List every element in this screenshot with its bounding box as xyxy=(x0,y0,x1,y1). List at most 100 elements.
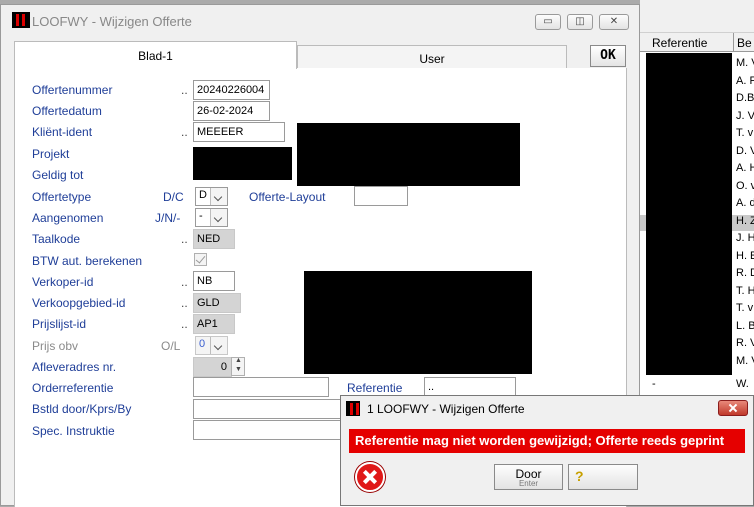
spec-instruktie-label: Spec. Instruktie xyxy=(32,424,115,438)
minimize-button[interactable]: ▭ xyxy=(535,14,561,30)
list-item[interactable]: O. v xyxy=(736,178,754,194)
verkoper-label: Verkoper-id xyxy=(32,275,94,289)
tab-user[interactable]: User xyxy=(297,45,567,69)
list-item[interactable]: H. E xyxy=(736,248,754,264)
column-header-be[interactable]: Be xyxy=(737,35,752,51)
list-item[interactable]: H. Z xyxy=(736,213,754,229)
door-button[interactable]: Door Enter xyxy=(494,464,563,490)
list-row-bottom-ref[interactable]: - xyxy=(652,378,656,390)
restore-button[interactable]: ◫ xyxy=(567,14,593,30)
aangenomen-codes: J/N/- xyxy=(155,211,181,225)
afleveradres-field[interactable]: 0 xyxy=(193,357,232,377)
klient-ident-label: Kliënt-ident xyxy=(32,125,93,139)
list-item[interactable]: J. V xyxy=(736,108,754,124)
list-item[interactable]: D.B xyxy=(736,90,754,106)
orderreferentie-label: Orderreferentie xyxy=(32,381,114,395)
offertedatum-label: Offertedatum xyxy=(32,104,102,118)
offertenummer-lookup-dots[interactable]: .. xyxy=(181,83,188,97)
list-item[interactable]: D. V xyxy=(736,143,754,159)
prijslijst-lookup-dots[interactable]: .. xyxy=(181,317,188,331)
prijslijst-field[interactable]: AP1 xyxy=(193,314,235,334)
window-title: LOOFWY - Wijzigen Offerte xyxy=(32,14,192,29)
redacted-verkoper-info xyxy=(304,271,532,374)
prijs-obv-select[interactable]: 0 xyxy=(195,336,228,355)
list-item[interactable]: A. d xyxy=(736,195,754,211)
bstld-label: Bstld door/Kprs/By xyxy=(32,402,132,416)
offerte-layout-field[interactable] xyxy=(354,186,408,206)
dialog-app-icon xyxy=(346,401,360,416)
list-item[interactable]: J. H xyxy=(736,230,754,246)
offertenummer-field[interactable]: 20240226004 xyxy=(193,80,270,100)
error-message: Referentie mag niet worden gewijzigd; Of… xyxy=(349,429,745,453)
restore-icon: ◫ xyxy=(575,16,585,27)
title-bar: LOOFWY - Wijzigen Offerte ▭ ◫ ✕ xyxy=(2,6,638,36)
btw-label: BTW aut. berekenen xyxy=(32,254,143,268)
list-item[interactable]: M. V xyxy=(736,55,754,71)
offertetype-label: Offertetype xyxy=(32,190,92,204)
column-header-referentie[interactable]: Referentie xyxy=(652,35,707,51)
offertenummer-label: Offertenummer xyxy=(32,83,113,97)
list-item[interactable]: A. H xyxy=(736,160,754,176)
list-item[interactable]: R. D xyxy=(736,265,754,281)
prijs-obv-label: Prijs obv xyxy=(32,339,79,353)
chevron-down-icon xyxy=(210,209,227,226)
column-separator xyxy=(733,33,734,51)
list-item[interactable]: M. V xyxy=(736,353,754,369)
afleveradres-spinner[interactable]: ▲ ▼ xyxy=(231,357,245,376)
list-item[interactable]: T. v xyxy=(736,125,754,141)
error-dialog: 1 LOOFWY - Wijzigen Offerte Referentie m… xyxy=(340,395,754,506)
offertetype-select[interactable]: D xyxy=(195,187,228,206)
referentie-field[interactable]: .. xyxy=(424,377,516,397)
verkoopgebied-lookup-dots[interactable]: .. xyxy=(181,296,188,310)
list-item[interactable]: A. F xyxy=(736,73,754,89)
error-icon xyxy=(355,462,385,492)
klient-lookup-dots[interactable]: .. xyxy=(181,125,188,139)
dialog-title: 1 LOOFWY - Wijzigen Offerte xyxy=(367,402,525,416)
verkoopgebied-label: Verkoopgebied-id xyxy=(32,296,126,310)
offerte-layout-label: Offerte-Layout xyxy=(249,190,326,204)
tab-blad-1[interactable]: Blad-1 xyxy=(14,41,297,69)
offertetype-value: D xyxy=(199,189,207,201)
help-button[interactable]: ? xyxy=(568,464,638,490)
close-button[interactable]: ✕ xyxy=(599,14,629,30)
question-mark-icon: ? xyxy=(575,468,584,484)
close-icon: ✕ xyxy=(609,16,619,27)
list-row-bottom-name[interactable]: W. xyxy=(736,378,749,390)
prijs-obv-codes: O/L xyxy=(161,339,181,353)
orderreferentie-field[interactable] xyxy=(193,377,329,397)
list-item[interactable]: L. B xyxy=(736,318,754,334)
offertetype-codes: D/C xyxy=(163,190,184,204)
aangenomen-select[interactable]: - xyxy=(195,208,228,227)
spec-instruktie-field[interactable] xyxy=(193,420,343,440)
dialog-close-button[interactable] xyxy=(718,400,748,416)
offertedatum-field[interactable]: 26-02-2024 xyxy=(193,101,270,121)
list-header: Referentie Be xyxy=(640,33,754,52)
verkoopgebied-field[interactable]: GLD xyxy=(193,293,241,313)
prijs-obv-value: 0 xyxy=(199,338,206,350)
verkoper-field[interactable]: NB xyxy=(193,271,235,291)
spin-up-icon[interactable]: ▲ xyxy=(235,357,242,364)
aangenomen-label: Aangenomen xyxy=(32,211,104,225)
chevron-down-icon xyxy=(210,337,227,354)
aangenomen-value: - xyxy=(199,210,203,222)
btw-checkbox[interactable] xyxy=(194,253,207,266)
list-item[interactable]: R. V xyxy=(736,335,754,351)
bstld-field[interactable] xyxy=(193,399,343,419)
list-item[interactable]: T. v xyxy=(736,300,754,316)
verkoper-lookup-dots[interactable]: .. xyxy=(181,275,188,289)
door-button-shortcut: Enter xyxy=(518,479,539,488)
redacted-projekt xyxy=(193,147,292,180)
chevron-down-icon xyxy=(210,188,227,205)
klient-ident-field[interactable]: MEEEER xyxy=(193,122,285,142)
taalkode-field[interactable]: NED xyxy=(193,229,235,249)
redacted-client-info xyxy=(297,123,520,186)
taalkode-lookup-dots[interactable]: .. xyxy=(181,232,188,246)
list-toolbar-strip xyxy=(640,0,754,33)
list-item[interactable]: T. H xyxy=(736,283,754,299)
geldig-tot-label: Geldig tot xyxy=(32,168,84,182)
minimize-icon: ▭ xyxy=(543,16,553,27)
taalkode-label: Taalkode xyxy=(32,232,81,246)
spin-down-icon[interactable]: ▼ xyxy=(235,366,242,373)
ok-button[interactable]: OK xyxy=(590,45,626,67)
projekt-label: Projekt xyxy=(32,147,70,161)
